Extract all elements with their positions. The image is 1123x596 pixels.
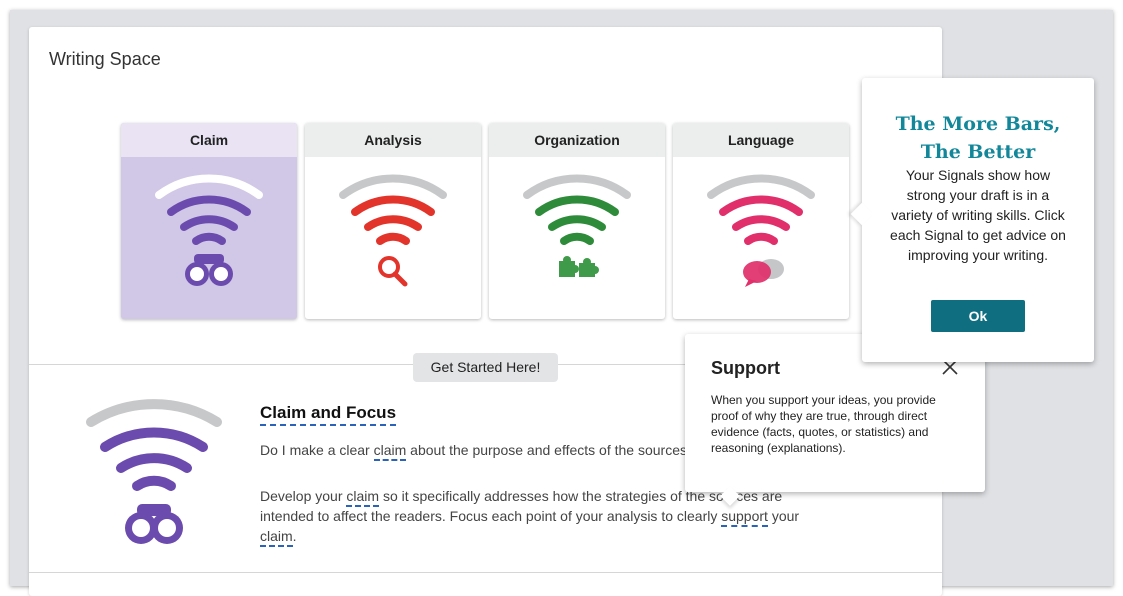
- tip-title-line1: The More Bars,: [895, 113, 1061, 135]
- tip-text: Your Signals show how strong your draft …: [890, 167, 1066, 263]
- detail-heading: Claim and Focus: [260, 403, 397, 426]
- term-claim-link[interactable]: claim: [260, 528, 293, 547]
- signal-card-organization[interactable]: Organization: [489, 123, 665, 319]
- question-text-end: about the purpose and effects of the sou…: [406, 442, 695, 458]
- term-claim-link[interactable]: claim: [346, 488, 380, 507]
- get-started-badge: Get Started Here!: [413, 353, 558, 382]
- signal-card-analysis[interactable]: Analysis: [305, 123, 481, 319]
- body-text: .: [292, 528, 297, 544]
- signal-card-language[interactable]: Language: [673, 123, 849, 319]
- binoculars-icon: [185, 254, 233, 286]
- claim-signal-large-icon: [86, 399, 222, 544]
- tip-popover: The More Bars, The Better Your Signals s…: [850, 78, 1094, 362]
- signal-bars-organization-icon: [523, 174, 631, 277]
- body-text: your: [767, 508, 800, 524]
- detail-question: Do I make a clear claim about the purpos…: [260, 442, 695, 461]
- writing-space-panel: Writing Space Claim Analysis Organizatio…: [29, 27, 942, 596]
- magnifier-icon: [378, 256, 408, 287]
- signal-label-organization: Organization: [489, 123, 665, 157]
- signal-label-language: Language: [673, 123, 849, 157]
- signal-bars-analysis-icon: [339, 174, 447, 287]
- support-title: Support: [711, 358, 780, 378]
- signal-label-analysis: Analysis: [305, 123, 481, 157]
- ok-button[interactable]: Ok: [931, 300, 1025, 332]
- signal-card-claim[interactable]: Claim: [121, 123, 297, 319]
- signal-label-claim: Claim: [121, 123, 297, 157]
- section-divider-bottom: [29, 572, 942, 573]
- signal-bars-claim-icon: [155, 174, 263, 286]
- speech-bubbles-icon: [743, 259, 784, 287]
- term-support-link[interactable]: support: [721, 508, 768, 527]
- support-definition: When you support your ideas, you provide…: [711, 393, 936, 455]
- term-claim-link[interactable]: claim: [373, 442, 407, 461]
- puzzle-icon: [559, 256, 599, 277]
- binoculars-icon: [125, 504, 183, 544]
- question-text: Do I make a clear: [260, 442, 374, 458]
- tip-title-line2: The Better: [920, 141, 1036, 163]
- page-title: Writing Space: [49, 49, 161, 69]
- tip-title: The More Bars, The Better: [862, 110, 1094, 166]
- signal-bars-language-icon: [707, 174, 815, 287]
- body-text: Develop your: [260, 488, 347, 504]
